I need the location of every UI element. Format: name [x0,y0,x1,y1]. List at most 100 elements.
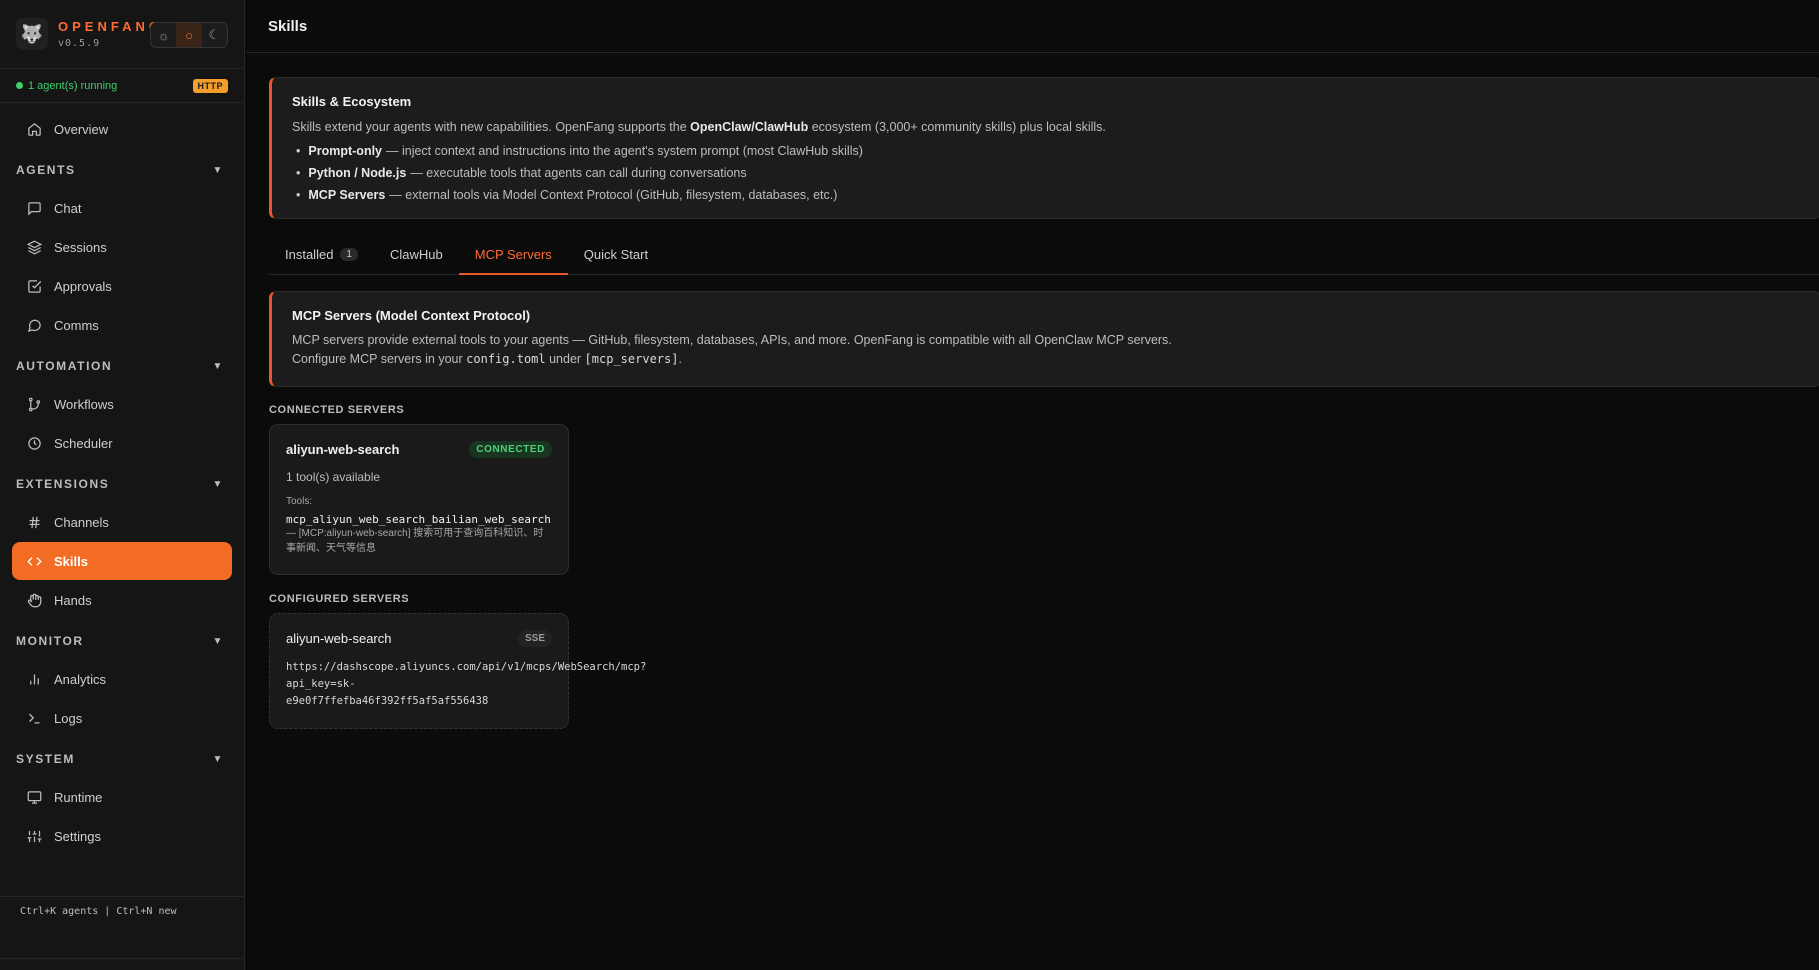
sidebar-item-label: Scheduler [54,435,113,451]
agent-status: 1 agent(s) running HTTP [0,68,244,103]
sidebar-nav: Overview AGENTS ▼ Chat Sessions Approval… [0,103,244,896]
terminal-icon [26,710,42,726]
keyboard-shortcuts: Ctrl+K agents | Ctrl+N new [0,896,244,926]
clock-icon [26,435,42,451]
moon-icon[interactable]: ☾ [202,23,227,47]
tab-quick-start[interactable]: Quick Start [568,237,664,275]
installed-count-badge: 1 [340,248,358,262]
section-agents[interactable]: AGENTS ▼ [0,152,244,188]
tab-label: Installed [285,247,334,263]
sidebar-item-label: Workflows [54,396,114,412]
theme-switch: ☼ ○ ☾ [150,22,228,48]
sidebar-item-label: Logs [54,710,83,726]
section-title: MONITOR [16,634,84,648]
sidebar-item-label: Approvals [54,278,112,294]
sidebar-item-label: Settings [54,828,101,844]
sidebar: 🐺 OPENFANG v0.5.9 ☼ ○ ☾ 1 agent(s) runni… [0,0,245,970]
configured-server-card: aliyun-web-search SSE https://dashscope.… [269,613,646,729]
layers-icon [26,239,42,255]
hint-text: under [545,351,585,366]
section-extensions[interactable]: EXTENSIONS ▼ [0,466,244,502]
hash-icon [26,514,42,530]
sidebar-item-chat[interactable]: Chat [12,189,232,227]
tools-label: Tools: [286,496,313,508]
sidebar-item-runtime[interactable]: Runtime [12,778,232,816]
chat-icon [26,200,42,216]
sidebar-item-label: Skills [54,553,88,569]
sidebar-item-label: Sessions [54,239,107,255]
tab-clawhub[interactable]: ClawHub [374,237,459,275]
sidebar-item-skills[interactable]: Skills [12,542,232,580]
sidebar-item-approvals[interactable]: Approvals [12,267,232,305]
hint-text: . [678,351,682,366]
callout-description: Skills extend your agents with new capab… [292,119,1800,136]
sidebar-item-sessions[interactable]: Sessions [12,228,232,266]
tab-label: MCP Servers [474,247,552,263]
section-system[interactable]: SYSTEM ▼ [0,741,244,777]
url-line: e9e0f7ffefba46f392ff5af5af556438 [286,694,489,707]
monitor-icon [26,789,42,805]
main-content: Skills Skills & Ecosystem Skills extend … [246,0,1819,970]
content-area: Skills & Ecosystem Skills extend your ag… [246,53,1819,729]
section-automation[interactable]: AUTOMATION ▼ [0,348,244,384]
wolf-logo-icon: 🐺 [16,18,48,50]
server-name: aliyun-web-search [286,442,400,458]
tab-label: ClawHub [389,247,443,263]
sidebar-item-label: Chat [54,200,82,216]
config-section-code: [mcp_servers] [584,351,679,366]
sidebar-item-hands[interactable]: Hands [12,581,232,619]
sidebar-item-comms[interactable]: Comms [12,306,232,344]
config-file-code: config.toml [466,351,546,366]
sidebar-item-logs[interactable]: Logs [12,699,232,737]
sidebar-item-settings[interactable]: Settings [12,817,232,855]
status-dot-icon [16,82,23,89]
section-title: SYSTEM [16,752,75,766]
check-square-icon [26,278,42,294]
section-title: AUTOMATION [16,359,113,373]
url-line: api_key=sk- [286,678,356,691]
bullet-title: MCP Servers [308,187,386,202]
mcp-info-callout: MCP Servers (Model Context Protocol) MCP… [269,290,1819,388]
skills-ecosystem-callout: Skills & Ecosystem Skills extend your ag… [269,77,1819,219]
bullet-title: Python / Node.js [308,165,407,180]
tab-mcp-servers[interactable]: MCP Servers [458,237,568,275]
description-bold: OpenClaw/ClawHub [690,120,809,134]
sidebar-item-overview[interactable]: Overview [12,110,232,148]
sun-icon[interactable]: ☼ [151,23,176,47]
sidebar-item-workflows[interactable]: Workflows [12,385,232,423]
tools-available: 1 tool(s) available [286,470,381,485]
brand-name: OPENFANG [58,18,163,34]
chevron-down-icon: ▼ [212,753,224,765]
chevron-down-icon: ▼ [212,635,224,647]
bullet-text: — executable tools that agents can call … [410,165,747,180]
sidebar-item-channels[interactable]: Channels [12,503,232,541]
circle-icon[interactable]: ○ [176,23,202,47]
chevron-down-icon: ▼ [212,478,224,490]
tool-name: mcp_aliyun_web_search_bailian_web_search [286,513,551,527]
description-text: Skills extend your agents with new capab… [292,120,691,134]
url-line: https://dashscope.aliyuncs.com/api/v1/mc… [286,661,647,674]
bullet-text: — external tools via Model Context Proto… [389,187,838,202]
tool-description: — [MCP:aliyun-web-search] 搜索可用于查询百科知识、时事… [286,528,544,554]
sidebar-item-scheduler[interactable]: Scheduler [12,424,232,462]
skills-tabs: Installed 1 ClawHub MCP Servers Quick St… [269,237,1819,275]
sidebar-item-label: Channels [54,514,109,530]
page-title: Skills [268,17,308,35]
mcp-description: MCP servers provide external tools to yo… [292,332,1172,347]
agent-status-text: 1 agent(s) running [28,79,118,92]
brand: 🐺 OPENFANG v0.5.9 ☼ ○ ☾ [0,0,244,68]
bullet-item: Prompt-only — inject context and instruct… [292,144,1800,158]
connected-servers-label: CONNECTED SERVERS [269,404,405,417]
sidebar-item-label: Overview [54,121,109,137]
transport-badge: SSE [517,630,552,648]
configured-servers-label: CONFIGURED SERVERS [269,593,410,606]
sidebar-item-analytics[interactable]: Analytics [12,660,232,698]
bar-chart-icon [26,671,42,687]
bullet-title: Prompt-only [308,143,382,158]
section-monitor[interactable]: MONITOR ▼ [0,623,244,659]
tab-label: Quick Start [583,247,649,263]
section-title: EXTENSIONS [16,477,110,491]
git-branch-icon [26,396,42,412]
tab-installed[interactable]: Installed 1 [269,237,374,275]
sliders-icon [26,828,42,844]
